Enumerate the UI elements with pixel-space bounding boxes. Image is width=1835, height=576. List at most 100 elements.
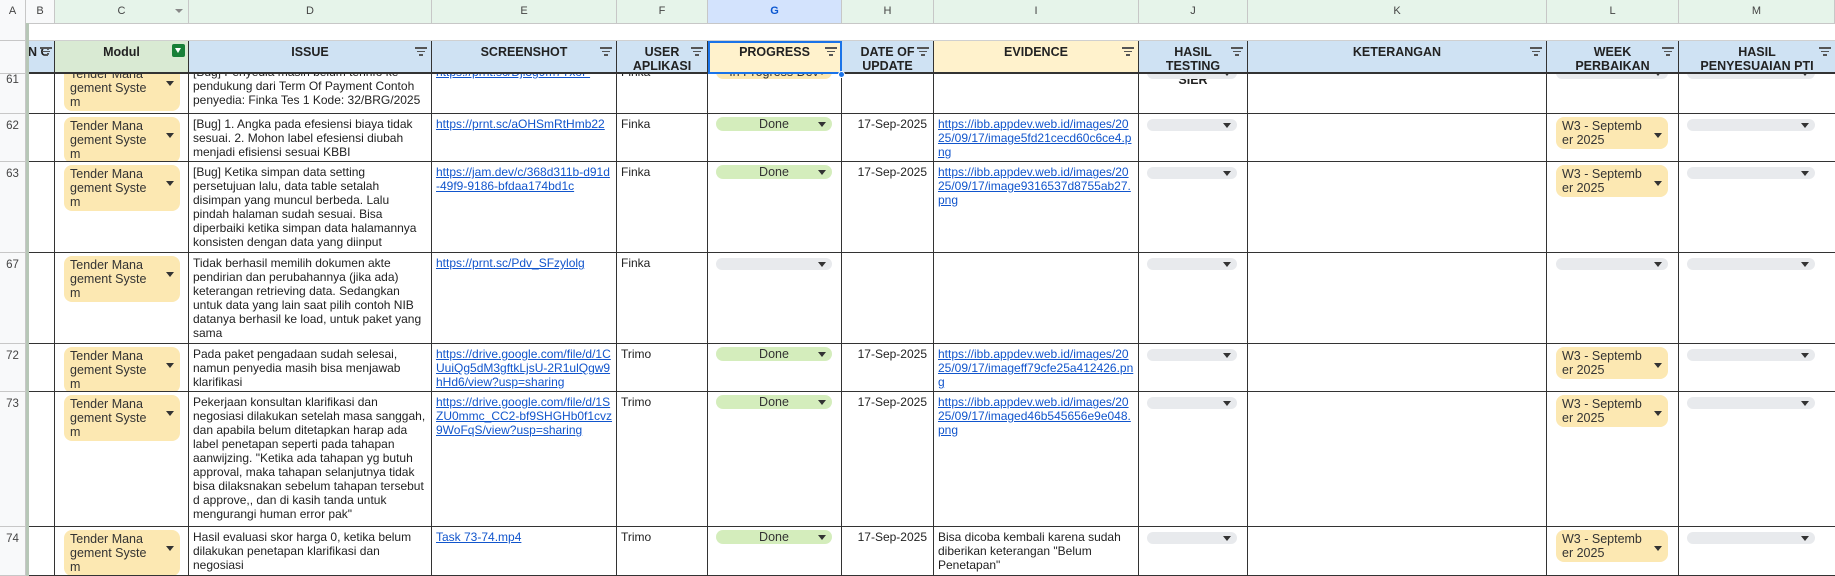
- week-chip[interactable]: W3 - September 2025: [1556, 530, 1668, 562]
- cell-issue[interactable]: Pada paket pengadaan sudah selesai, namu…: [189, 344, 432, 392]
- hasil-penyesuaian-dropdown[interactable]: [1687, 349, 1815, 361]
- modul-chip[interactable]: Tender Management System: [64, 117, 180, 161]
- cell-keterangan[interactable]: [1248, 114, 1547, 162]
- hasil-testing-dropdown[interactable]: [1147, 167, 1237, 179]
- cell-hasil-testing[interactable]: [1139, 344, 1248, 392]
- progress-dropdown[interactable]: [716, 258, 832, 270]
- hasil-testing-dropdown[interactable]: [1147, 258, 1237, 270]
- evidence-link[interactable]: https://ibb.appdev.web.id/images/2025/09…: [938, 117, 1131, 159]
- column-letter-g[interactable]: G: [708, 0, 842, 23]
- cell-week[interactable]: W3 - September 2025: [1547, 527, 1679, 576]
- cell-user[interactable]: Trimo: [617, 344, 708, 392]
- week-chip[interactable]: W3 - September 2025: [1556, 117, 1668, 149]
- week-dropdown[interactable]: [1556, 74, 1668, 79]
- header-hasil-penyesuaian[interactable]: HASIL PENYESUAIAN PTI: [1679, 41, 1835, 74]
- row-number[interactable]: 73: [0, 392, 26, 527]
- cell-hasil-testing[interactable]: [1139, 527, 1248, 576]
- cell-hasil-testing[interactable]: [1139, 74, 1248, 114]
- cell-user[interactable]: Finka: [617, 253, 708, 344]
- cell-issue[interactable]: Pekerjaan konsultan klarifikasi dan nego…: [189, 392, 432, 527]
- screenshot-link[interactable]: https://jam.dev/c/368d311b-d91d-49f9-918…: [436, 165, 610, 193]
- cell-b[interactable]: [26, 527, 55, 576]
- cell-b[interactable]: [26, 392, 55, 527]
- cell-issue[interactable]: Tidak berhasil memilih dokumen akte pend…: [189, 253, 432, 344]
- cell-evidence[interactable]: [934, 253, 1139, 344]
- filter-icon[interactable]: [1231, 47, 1243, 56]
- hasil-penyesuaian-dropdown[interactable]: [1687, 532, 1815, 544]
- header-row-number[interactable]: [0, 41, 26, 74]
- cell-screenshot[interactable]: https://jam.dev/c/368d311b-d91d-49f9-918…: [432, 162, 617, 253]
- cell-evidence[interactable]: https://ibb.appdev.web.id/images/2025/09…: [934, 392, 1139, 527]
- filter-icon[interactable]: [917, 47, 929, 56]
- filter-icon[interactable]: [1530, 47, 1542, 56]
- row-number[interactable]: 74: [0, 527, 26, 576]
- cell-week[interactable]: [1547, 253, 1679, 344]
- cell-progress[interactable]: In Progress Dev: [708, 74, 842, 114]
- cell-screenshot[interactable]: https://prnt.sc/Djl3g9m7TxoP: [432, 74, 617, 114]
- cell-hasil-penyesuaian[interactable]: [1679, 162, 1835, 253]
- cell-evidence[interactable]: https://ibb.appdev.web.id/images/2025/09…: [934, 344, 1139, 392]
- cell-b[interactable]: [26, 162, 55, 253]
- blank-row[interactable]: [26, 23, 1835, 41]
- hasil-testing-dropdown[interactable]: [1147, 74, 1237, 79]
- cell-screenshot[interactable]: https://drive.google.com/file/d/1SZU0mmc…: [432, 392, 617, 527]
- hasil-penyesuaian-dropdown[interactable]: [1687, 167, 1815, 179]
- cell-modul[interactable]: Tender Management System: [55, 162, 189, 253]
- filter-icon[interactable]: [691, 47, 703, 56]
- evidence-link[interactable]: https://ibb.appdev.web.id/images/2025/09…: [938, 395, 1131, 437]
- hasil-penyesuaian-dropdown[interactable]: [1687, 397, 1815, 409]
- column-letter-m[interactable]: M: [1679, 0, 1835, 23]
- cell-evidence[interactable]: Bisa dicoba kembali karena sudah diberik…: [934, 527, 1139, 576]
- hasil-penyesuaian-dropdown[interactable]: [1687, 119, 1815, 131]
- screenshot-link[interactable]: https://prnt.sc/aOHSmRtHmb22: [436, 117, 605, 131]
- cell-evidence[interactable]: https://ibb.appdev.web.id/images/2025/09…: [934, 114, 1139, 162]
- cell-week[interactable]: W3 - September 2025: [1547, 162, 1679, 253]
- hasil-testing-dropdown[interactable]: [1147, 119, 1237, 131]
- column-menu-icon[interactable]: [175, 9, 183, 13]
- header-week[interactable]: WEEK PERBAIKAN: [1547, 41, 1679, 74]
- cell-progress[interactable]: Done: [708, 392, 842, 527]
- cell-hasil-penyesuaian[interactable]: [1679, 74, 1835, 114]
- cell-hasil-testing[interactable]: [1139, 253, 1248, 344]
- row-number[interactable]: 61: [0, 74, 26, 114]
- header-progress[interactable]: PROGRESS: [708, 41, 842, 74]
- cell-screenshot[interactable]: Task 73-74.mp4: [432, 527, 617, 576]
- header-keterangan[interactable]: KETERANGAN: [1248, 41, 1547, 74]
- cell-issue[interactable]: [Bug] Ketika simpan data setting persetu…: [189, 162, 432, 253]
- screenshot-link[interactable]: https://prnt.sc/Pdv_SFzylolg: [436, 256, 585, 270]
- screenshot-link[interactable]: https://prnt.sc/Djl3g9m7TxoP: [436, 74, 590, 79]
- cell-issue[interactable]: [Bug] 1. Angka pada efesiensi biaya tida…: [189, 114, 432, 162]
- progress-chip[interactable]: Done: [716, 117, 832, 131]
- cell-hasil-testing[interactable]: [1139, 162, 1248, 253]
- cell-progress[interactable]: Done: [708, 344, 842, 392]
- column-letter-e[interactable]: E: [432, 0, 617, 23]
- row-number[interactable]: 62: [0, 114, 26, 162]
- cell-modul[interactable]: Tender Management System: [55, 344, 189, 392]
- cell-date[interactable]: 17-Sep-2025: [842, 162, 934, 253]
- column-letter-h[interactable]: H: [842, 0, 934, 23]
- cell-issue[interactable]: Hasil evaluasi skor harga 0, ketika belu…: [189, 527, 432, 576]
- cell-keterangan[interactable]: [1248, 344, 1547, 392]
- cell-user[interactable]: Finka: [617, 162, 708, 253]
- cell-progress[interactable]: [708, 253, 842, 344]
- cell-keterangan[interactable]: [1248, 162, 1547, 253]
- evidence-link[interactable]: https://ibb.appdev.web.id/images/2025/09…: [938, 347, 1133, 389]
- week-chip[interactable]: W3 - September 2025: [1556, 165, 1668, 197]
- progress-chip[interactable]: Done: [716, 395, 832, 409]
- screenshot-link[interactable]: Task 73-74.mp4: [436, 530, 521, 544]
- selection-fill-handle[interactable]: [838, 71, 845, 78]
- cell-screenshot[interactable]: https://drive.google.com/file/d/1CUuiQg5…: [432, 344, 617, 392]
- column-letter-f[interactable]: F: [617, 0, 708, 23]
- cell-date[interactable]: [842, 74, 934, 114]
- cell-keterangan[interactable]: [1248, 74, 1547, 114]
- cell-hasil-testing[interactable]: [1139, 114, 1248, 162]
- freeze-divider[interactable]: [26, 23, 29, 576]
- cell-evidence[interactable]: https://ibb.appdev.web.id/images/2025/09…: [934, 162, 1139, 253]
- cell-week[interactable]: W3 - September 2025: [1547, 344, 1679, 392]
- row-number[interactable]: 63: [0, 162, 26, 253]
- cell-modul[interactable]: Tender Management System: [55, 114, 189, 162]
- cell-progress[interactable]: Done: [708, 162, 842, 253]
- screenshot-link[interactable]: https://drive.google.com/file/d/1SZU0mmc…: [436, 395, 612, 437]
- column-letter-d[interactable]: D: [189, 0, 432, 23]
- row-number[interactable]: 72: [0, 344, 26, 392]
